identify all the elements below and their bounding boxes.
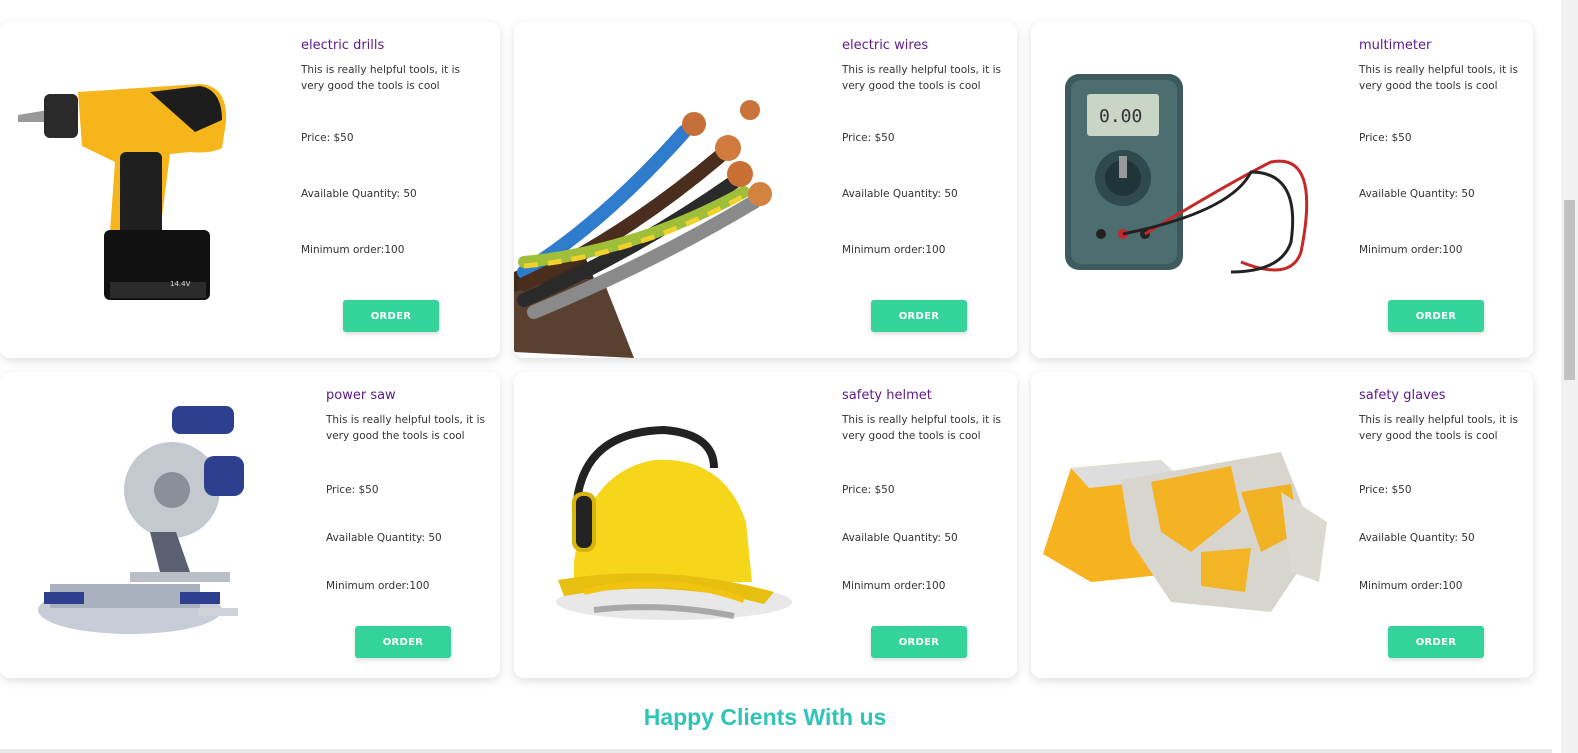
product-quantity: Available Quantity: 50: [842, 188, 958, 200]
product-name: electric drills: [301, 38, 385, 53]
order-button[interactable]: ORDER: [871, 300, 967, 332]
product-min-order: Minimum order:100: [1359, 580, 1463, 592]
product-price: Price: $50: [842, 132, 895, 144]
order-button[interactable]: ORDER: [1388, 300, 1484, 332]
product-info: multimeter This is really helpful tools,…: [1359, 22, 1533, 358]
products-page: 14.4V electric drills This is really hel…: [0, 0, 1552, 753]
drill-image: 14.4V: [0, 22, 270, 358]
product-name: safety glaves: [1359, 388, 1446, 403]
product-card: power saw This is really helpful tools, …: [0, 372, 500, 678]
product-name: electric wires: [842, 38, 929, 53]
order-button[interactable]: ORDER: [343, 300, 439, 332]
product-description: This is really helpful tools, it is very…: [1359, 64, 1518, 92]
product-info: safety glaves This is really helpful too…: [1359, 372, 1533, 678]
multimeter-image: 0.00: [1031, 22, 1331, 358]
product-price: Price: $50: [1359, 484, 1412, 496]
gloves-image: [1031, 372, 1337, 678]
product-quantity: Available Quantity: 50: [1359, 532, 1475, 544]
wires-image: [514, 22, 804, 358]
product-quantity: Available Quantity: 50: [842, 532, 958, 544]
product-name: power saw: [326, 388, 396, 403]
product-price: Price: $50: [326, 484, 379, 496]
product-min-order: Minimum order:100: [842, 244, 946, 256]
product-min-order: Minimum order:100: [1359, 244, 1463, 256]
product-price: Price: $50: [842, 484, 895, 496]
product-min-order: Minimum order:100: [301, 244, 405, 256]
vertical-scrollbar[interactable]: [1561, 0, 1578, 753]
product-price: Price: $50: [1359, 132, 1412, 144]
product-card: safety helmet This is really helpful too…: [514, 372, 1017, 678]
helmet-image: [514, 372, 820, 678]
product-card: electric wires This is really helpful to…: [514, 22, 1017, 358]
order-button[interactable]: ORDER: [355, 626, 451, 658]
product-card: 14.4V electric drills This is really hel…: [0, 22, 500, 358]
product-price: Price: $50: [301, 132, 354, 144]
svg-text:14.4V: 14.4V: [170, 280, 191, 288]
scrollbar-thumb[interactable]: [1564, 200, 1575, 380]
product-info: electric drills This is really helpful t…: [301, 22, 500, 358]
product-card: safety glaves This is really helpful too…: [1031, 372, 1533, 678]
product-card: 0.00 multimeter This is really helpful t…: [1031, 22, 1533, 358]
product-min-order: Minimum order:100: [326, 580, 430, 592]
product-info: electric wires This is really helpful to…: [842, 22, 1017, 358]
product-description: This is really helpful tools, it is very…: [1359, 414, 1518, 442]
section-heading: Happy Clients With us: [643, 704, 887, 730]
product-min-order: Minimum order:100: [842, 580, 946, 592]
product-description: This is really helpful tools, it is very…: [301, 64, 460, 92]
product-quantity: Available Quantity: 50: [301, 188, 417, 200]
product-description: This is really helpful tools, it is very…: [842, 414, 1001, 442]
svg-text:0.00: 0.00: [1099, 106, 1142, 127]
order-button[interactable]: ORDER: [1388, 626, 1484, 658]
product-info: power saw This is really helpful tools, …: [326, 372, 500, 678]
product-quantity: Available Quantity: 50: [326, 532, 442, 544]
page-bottom-edge: [0, 749, 1552, 753]
product-name: safety helmet: [842, 388, 932, 403]
product-description: This is really helpful tools, it is very…: [326, 414, 485, 442]
product-quantity: Available Quantity: 50: [1359, 188, 1475, 200]
saw-image: [0, 372, 305, 678]
product-info: safety helmet This is really helpful too…: [842, 372, 1017, 678]
product-name: multimeter: [1359, 38, 1432, 53]
order-button[interactable]: ORDER: [871, 626, 967, 658]
product-description: This is really helpful tools, it is very…: [842, 64, 1001, 92]
